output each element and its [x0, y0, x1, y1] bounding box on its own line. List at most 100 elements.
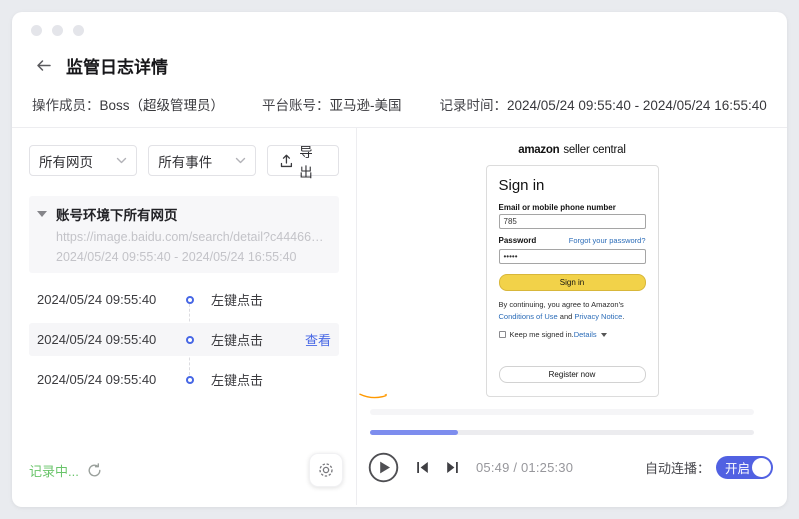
legal-suffix: . [622, 311, 625, 321]
event-action: 左键点击 [211, 333, 264, 348]
recording-status: 记录中... [29, 463, 79, 479]
event-action: 左键点击 [211, 373, 264, 388]
caret-down-icon [37, 211, 47, 217]
operator-info: 操作成员：Boss（超级管理员） [32, 94, 224, 114]
amazon-seller-central-logo: amazon seller central [359, 144, 626, 399]
page-header: 监管日志详情 [12, 42, 787, 80]
password-label: Password [498, 236, 537, 245]
toggle-knob [752, 457, 771, 477]
previous-step-button[interactable] [416, 461, 429, 474]
legal-mid: and [557, 311, 575, 321]
back-button[interactable] [32, 54, 54, 76]
record-settings-button[interactable] [309, 453, 343, 487]
page-group-url: https://image.baidu.com/search/detail?c4… [56, 230, 329, 244]
platform-value: 亚马逊-美国 [329, 97, 402, 113]
window-controls [12, 12, 787, 42]
skip-previous-icon [417, 461, 428, 473]
signin-title: Sign in [498, 177, 545, 194]
window-control-dot [73, 25, 84, 36]
page-group-header[interactable]: 账号环境下所有网页 [35, 204, 329, 224]
record-target-icon [319, 463, 333, 477]
email-field: 785 [498, 214, 646, 229]
export-label: 导出 [299, 144, 313, 180]
signin-card: Sign in Email or mobile phone number 785… [485, 165, 659, 398]
play-icon [368, 452, 399, 482]
chevron-down-icon [117, 157, 127, 164]
chevron-down-icon [236, 157, 246, 164]
playback-progress-bar[interactable] [370, 430, 754, 435]
caret-down-icon [600, 332, 607, 337]
filter-row: 所有网页 所有事件 导出 [29, 145, 339, 180]
email-label: Email or mobile phone number [498, 203, 616, 212]
event-timeline: 2024/05/24 09:55:40 左键点击 2024/05/24 09:5… [29, 283, 339, 396]
register-button: Register now [498, 366, 646, 384]
keep-signed-in-label: Keep me signed in. [509, 330, 574, 340]
upload-icon [281, 154, 293, 167]
details-link: Details [573, 330, 597, 340]
forgot-password-link: Forgot your password? [568, 236, 646, 245]
time-display: 05:49 / 01:25:30 [476, 459, 574, 475]
conditions-of-use-link: Conditions of Use [498, 311, 558, 321]
preview-scrollbar[interactable] [370, 409, 754, 415]
event-time: 2024/05/24 09:55:40 [37, 332, 157, 347]
window-control-dot [52, 25, 63, 36]
amazon-smile-icon [359, 393, 387, 399]
keep-signed-in-checkbox [498, 331, 506, 339]
event-time: 2024/05/24 09:55:40 [37, 292, 157, 307]
amazon-wordmark: amazon [518, 144, 560, 156]
pages-filter-dropdown[interactable]: 所有网页 [29, 145, 138, 176]
platform-info: 平台账号：亚马逊-美国 [262, 94, 402, 114]
event-row[interactable]: 2024/05/24 09:55:40 左键点击 [29, 363, 339, 396]
window-control-dot [31, 25, 42, 36]
event-action: 左键点击 [211, 293, 264, 308]
page-group-time-range: 2024/05/24 09:55:40 - 2024/05/24 16:55:4… [56, 250, 297, 264]
player-controls: 05:49 / 01:25:30 自动连播： 开启 [368, 451, 773, 483]
panel-status-row: 记录中... [29, 453, 343, 487]
password-label-row: Password Forgot your password? [499, 236, 646, 247]
events-filter-value: 所有事件 [158, 154, 213, 170]
skip-next-icon [447, 461, 458, 473]
refresh-button[interactable] [87, 462, 102, 478]
signin-button: Sign in [498, 274, 646, 291]
seller-central-wordmark: seller central [563, 144, 626, 156]
legal-text: By continuing, you agree to Amazon's Con… [499, 299, 646, 322]
timeline-dot-icon [186, 375, 194, 384]
refresh-icon [88, 462, 101, 476]
pages-filter-value: 所有网页 [39, 154, 93, 170]
record-time-value: 2024/05/24 09:55:40 - 2024/05/24 16:55:4… [507, 97, 767, 113]
toggle-on-label: 开启 [725, 461, 751, 476]
events-panel: 所有网页 所有事件 导出 账号环境下所有网页 https://image.bai… [12, 128, 357, 505]
record-time-label: 记录时间： [439, 97, 508, 113]
event-time: 2024/05/24 09:55:40 [37, 372, 157, 387]
session-info-bar: 操作成员：Boss（超级管理员） 平台账号：亚马逊-美国 记录时间：2024/0… [12, 80, 787, 128]
event-row[interactable]: 2024/05/24 09:55:40 左键点击 查看 [29, 323, 339, 356]
event-marker [169, 375, 211, 384]
view-event-link[interactable]: 查看 [305, 330, 331, 349]
platform-label: 平台账号： [262, 97, 330, 113]
keep-signed-in-row: Keep me signed in. Details [498, 330, 646, 340]
timeline-dot-icon [186, 295, 194, 304]
legal-prefix: By continuing, you agree to Amazon's [498, 300, 624, 309]
page-title: 监管日志详情 [66, 57, 168, 77]
events-filter-dropdown[interactable]: 所有事件 [148, 145, 257, 176]
event-marker [169, 295, 211, 304]
page-group-title: 账号环境下所有网页 [56, 208, 178, 223]
page-group-block: 账号环境下所有网页 https://image.baidu.com/search… [29, 196, 339, 273]
autoplay-label: 自动连播： [644, 460, 710, 476]
app-window: 监管日志详情 操作成员：Boss（超级管理员） 平台账号：亚马逊-美国 记录时间… [12, 12, 787, 507]
replay-preview: amazon seller central Sign in Email or m… [357, 144, 787, 399]
operator-label: 操作成员： [32, 97, 100, 113]
operator-value: Boss（超级管理员） [99, 97, 225, 113]
event-row[interactable]: 2024/05/24 09:55:40 左键点击 [29, 283, 339, 316]
privacy-notice-link: Privacy Notice [574, 311, 623, 321]
next-step-button[interactable] [446, 461, 459, 474]
arrow-left-icon [36, 59, 51, 71]
replay-panel: amazon seller central Sign in Email or m… [357, 128, 787, 505]
autoplay-toggle[interactable]: 开启 [716, 455, 773, 479]
record-time-info: 记录时间：2024/05/24 09:55:40 - 2024/05/24 16… [440, 94, 767, 114]
event-marker [169, 335, 211, 344]
export-button[interactable]: 导出 [267, 145, 339, 180]
play-button[interactable] [368, 452, 399, 483]
progress-fill [370, 430, 459, 435]
password-field: ••••• [498, 249, 646, 264]
